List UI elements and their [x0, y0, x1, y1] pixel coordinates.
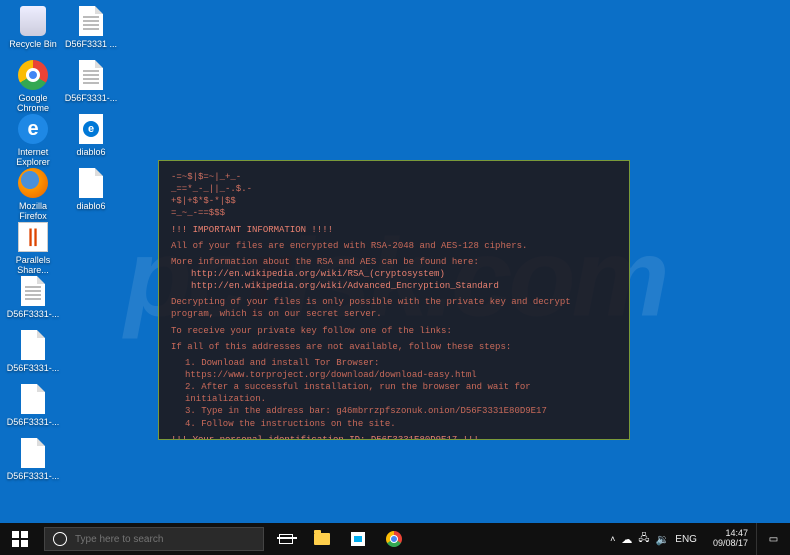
folder-icon [314, 533, 330, 545]
icon-label: Parallels Share... [6, 256, 60, 276]
tray-chevron-icon[interactable]: ˄ [610, 534, 615, 544]
icon-label: D56F3331 ... [64, 40, 118, 50]
notification-icon: ▭ [769, 534, 778, 545]
store-icon [351, 532, 365, 546]
file-icon [21, 438, 45, 468]
task-view-button[interactable] [268, 523, 304, 555]
edge-file-icon: e [79, 114, 103, 144]
onedrive-icon[interactable]: ☁ [621, 533, 632, 546]
note-text: If all of this addresses are not availab… [171, 341, 617, 353]
desktop-icon-diablo6[interactable]: diablo6 [64, 166, 118, 212]
system-tray[interactable]: ˄ ☁ 🖧 🔉 ENG [602, 531, 705, 548]
note-ascii: =_~_-==$$$ [171, 207, 617, 219]
text-file-icon [79, 6, 103, 36]
ie-icon [18, 114, 48, 144]
network-icon[interactable]: 🖧 [638, 531, 649, 548]
icon-label: D56F3331-... [64, 94, 118, 104]
recycle-bin-icon [20, 6, 46, 36]
desktop-icon-ie[interactable]: Internet Explorer [6, 112, 60, 168]
desktop-icon-firefox[interactable]: Mozilla Firefox [6, 166, 60, 222]
note-text: All of your files are encrypted with RSA… [171, 240, 617, 252]
desktop-icon-recycle-bin[interactable]: Recycle Bin [6, 4, 60, 50]
note-ascii: _==*_-_||_-.$.- [171, 183, 617, 195]
note-step: 1. Download and install Tor Browser: htt… [171, 357, 617, 381]
language-indicator[interactable]: ENG [675, 534, 697, 545]
parallels-icon: || [18, 222, 48, 252]
file-explorer-button[interactable] [304, 523, 340, 555]
clock[interactable]: 14:47 09/08/17 [705, 529, 756, 549]
note-text: Decrypting of your files is only possibl… [171, 296, 617, 320]
note-step: 3. Type in the address bar: g46mbrrzpfsz… [171, 405, 617, 417]
note-link: http://en.wikipedia.org/wiki/Advanced_En… [171, 280, 617, 292]
firefox-icon [18, 168, 48, 198]
chrome-taskbar-button[interactable] [376, 523, 412, 555]
taskbar: ˄ ☁ 🖧 🔉 ENG 14:47 09/08/17 ▭ [0, 523, 790, 555]
note-step: 2. After a successful installation, run … [171, 381, 617, 405]
desktop: Recycle Bin Google Chrome Internet Explo… [0, 0, 790, 523]
chrome-icon [386, 531, 402, 547]
text-file-icon [21, 276, 45, 306]
icon-label: diablo6 [64, 202, 118, 212]
note-personal-id: !!! Your personal identification ID: D56… [171, 434, 617, 440]
clock-date: 09/08/17 [713, 539, 748, 549]
search-box[interactable] [44, 527, 264, 551]
ransom-note-window[interactable]: -=~$|$=~|_+_- _==*_-_||_-.$.- +$|+$*$-*|… [158, 160, 630, 440]
windows-logo-icon [12, 531, 28, 547]
note-ascii: +$|+$*$-*|$$ [171, 195, 617, 207]
desktop-icon-diablo6-edge[interactable]: e diablo6 [64, 112, 118, 158]
action-center-button[interactable]: ▭ [756, 523, 790, 555]
note-ascii: -=~$|$=~|_+_- [171, 171, 617, 183]
task-icons [268, 523, 412, 555]
desktop-icon-file[interactable]: D56F3331 ... [64, 4, 118, 50]
desktop-icon-chrome[interactable]: Google Chrome [6, 58, 60, 114]
icon-label: Mozilla Firefox [6, 202, 60, 222]
task-view-icon [279, 534, 293, 544]
text-file-icon [79, 60, 103, 90]
volume-icon[interactable]: 🔉 [656, 533, 670, 546]
note-step: 4. Follow the instructions on the site. [171, 418, 617, 430]
store-button[interactable] [340, 523, 376, 555]
icon-label: D56F3331-... [6, 310, 60, 320]
desktop-icon-file[interactable]: D56F3331-... [6, 436, 60, 482]
desktop-icon-file[interactable]: D56F3331-... [6, 328, 60, 374]
start-button[interactable] [0, 523, 40, 555]
file-icon [21, 384, 45, 414]
file-icon [79, 168, 103, 198]
desktop-icon-file[interactable]: D56F3331-... [6, 274, 60, 320]
note-important-header: !!! IMPORTANT INFORMATION !!!! [171, 224, 617, 236]
file-icon [21, 330, 45, 360]
desktop-icon-file[interactable]: D56F3331-... [6, 382, 60, 428]
icon-label: Recycle Bin [6, 40, 60, 50]
icon-label: Internet Explorer [6, 148, 60, 168]
search-input[interactable] [75, 534, 255, 545]
note-link: http://en.wikipedia.org/wiki/RSA_(crypto… [171, 268, 617, 280]
note-text: More information about the RSA and AES c… [171, 256, 617, 268]
icon-label: Google Chrome [6, 94, 60, 114]
icon-label: diablo6 [64, 148, 118, 158]
desktop-icon-file[interactable]: D56F3331-... [64, 58, 118, 104]
icon-label: D56F3331-... [6, 418, 60, 428]
desktop-icon-parallels[interactable]: || Parallels Share... [6, 220, 60, 276]
chrome-icon [18, 60, 48, 90]
icon-label: D56F3331-... [6, 364, 60, 374]
icon-label: D56F3331-... [6, 472, 60, 482]
cortana-icon [53, 532, 67, 546]
note-text: To receive your private key follow one o… [171, 325, 617, 337]
